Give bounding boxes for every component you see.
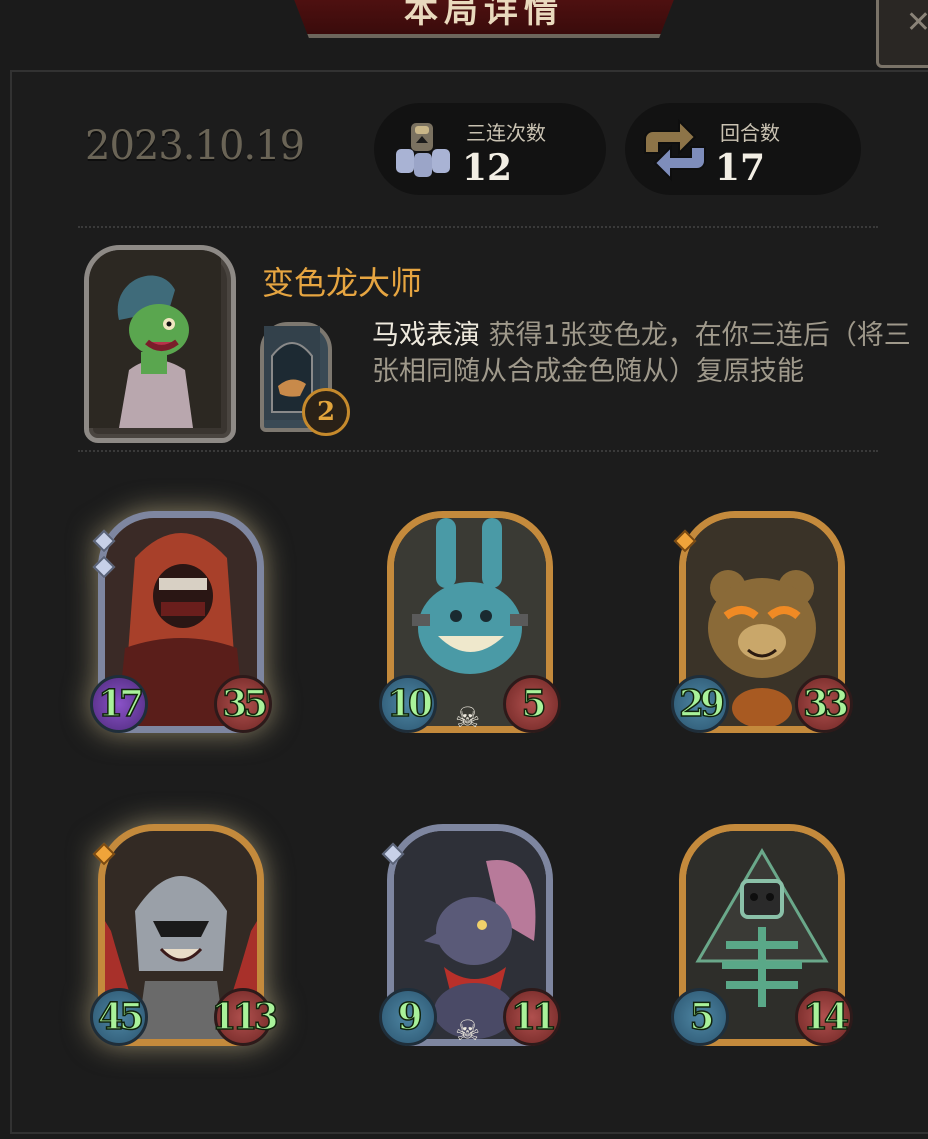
minion-card[interactable]: 29 33	[671, 505, 853, 743]
triples-label: 三连次数	[466, 121, 546, 145]
minion-card[interactable]: 5 14	[671, 818, 853, 1056]
page-title: 本局详情	[404, 0, 564, 31]
refresh-arrows-icon	[644, 119, 706, 182]
divider	[78, 450, 878, 452]
skill-description: 马戏表演 获得1张变色龙，在你三连后（将三张相同随从合成金色随从）复原技能	[372, 318, 917, 390]
rounds-label: 回合数	[720, 121, 780, 145]
skull-icon: ☠	[455, 701, 481, 734]
minion-card[interactable]: 10 5 ☠	[379, 505, 561, 743]
attack-value: 9	[379, 988, 437, 1046]
health-value: 33	[795, 675, 853, 733]
minion-card[interactable]: 9 11 ☠	[379, 818, 561, 1056]
skill-name: 马戏表演	[372, 320, 480, 351]
skull-icon: ☠	[455, 1014, 481, 1047]
triples-stat: 三连次数 12	[374, 103, 606, 195]
rounds-stat: 回合数 17	[625, 103, 861, 195]
triples-value: 12	[462, 147, 513, 189]
close-icon: ✕	[905, 5, 928, 40]
attack-value: 5	[671, 988, 729, 1046]
title-banner: 本局详情	[285, 0, 683, 38]
chameleon-hero-art	[89, 250, 221, 428]
hero-portrait[interactable]	[84, 245, 236, 443]
close-button[interactable]: ✕	[876, 0, 928, 68]
health-value: 14	[795, 988, 853, 1046]
minion-card[interactable]: 17 35	[90, 505, 272, 743]
attack-value: 10	[379, 675, 437, 733]
attack-value: 17	[90, 675, 148, 733]
health-value: 11	[503, 988, 561, 1046]
minion-card[interactable]: 45 113	[90, 818, 279, 1056]
hero-name: 变色龙大师	[262, 264, 423, 302]
attack-value: 45	[90, 988, 148, 1046]
divider	[78, 226, 878, 228]
health-value: 113	[211, 988, 279, 1046]
skill-count-badge: 2	[302, 388, 350, 436]
match-date: 2023.10.19	[85, 123, 305, 169]
health-value: 35	[214, 675, 272, 733]
rounds-value: 17	[715, 147, 766, 189]
attack-value: 29	[671, 675, 729, 733]
health-value: 5	[503, 675, 561, 733]
triple-cards-icon	[396, 123, 450, 177]
